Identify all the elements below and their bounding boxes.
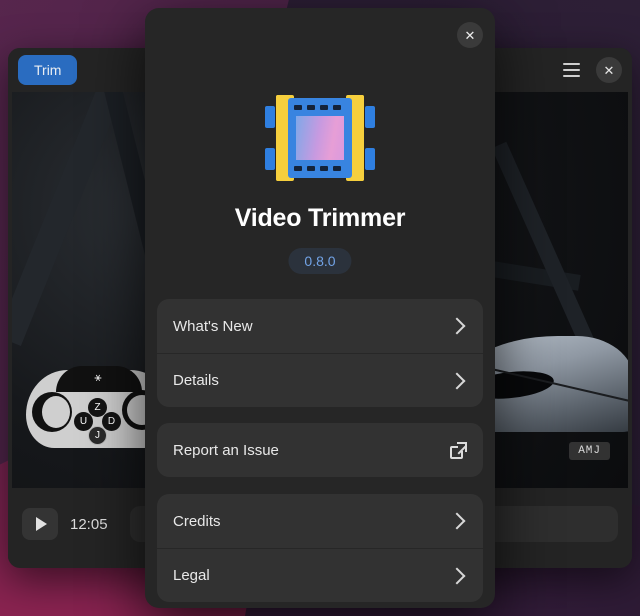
about-group-report: Report an Issue bbox=[157, 423, 483, 477]
icon-handle bbox=[365, 148, 375, 170]
external-link-icon bbox=[450, 441, 467, 459]
about-row-label: Report an Issue bbox=[173, 441, 279, 459]
dialog-close-button[interactable]: ✕ bbox=[457, 22, 483, 48]
about-group-info: What's New Details bbox=[157, 299, 483, 407]
chevron-right-icon bbox=[448, 317, 466, 335]
chevron-right-icon bbox=[448, 372, 466, 389]
about-row-legal[interactable]: Legal bbox=[157, 548, 483, 602]
trim-button[interactable]: Trim bbox=[18, 55, 78, 85]
controller-logo-icon: ⚹ bbox=[94, 370, 102, 384]
about-row-label: Legal bbox=[173, 567, 210, 584]
hamburger-menu-icon[interactable] bbox=[556, 55, 586, 85]
controller-button-j: J bbox=[88, 426, 107, 445]
icon-handle bbox=[265, 148, 275, 170]
video-trimmer-app-icon bbox=[264, 86, 376, 190]
play-icon[interactable] bbox=[22, 508, 58, 540]
about-row-credits[interactable]: Credits bbox=[157, 494, 483, 548]
about-row-label: Details bbox=[173, 372, 219, 389]
chevron-right-icon bbox=[448, 567, 466, 584]
playback-time-label: 12:05 bbox=[70, 515, 108, 533]
app-title: Video Trimmer bbox=[234, 204, 406, 232]
video-watermark: AMJ bbox=[569, 442, 610, 460]
about-row-label: What's New bbox=[173, 317, 253, 335]
controller-left-stick bbox=[32, 392, 72, 432]
about-dialog: ✕ Video Trimmer 0.8.0 What's New Details bbox=[145, 8, 495, 608]
controller-button-d: D bbox=[102, 412, 121, 431]
headerbar-controls: ✕ bbox=[556, 48, 622, 92]
about-group-credits-legal: Credits Legal bbox=[157, 494, 483, 602]
icon-film-strip bbox=[288, 98, 352, 178]
window-close-button[interactable]: ✕ bbox=[596, 57, 622, 83]
version-badge[interactable]: 0.8.0 bbox=[288, 248, 352, 274]
chevron-right-icon bbox=[448, 512, 466, 530]
about-row-details[interactable]: Details bbox=[157, 353, 483, 407]
icon-film-image bbox=[296, 116, 344, 160]
icon-handle bbox=[265, 106, 275, 128]
about-row-report-an-issue[interactable]: Report an Issue bbox=[157, 423, 483, 477]
about-row-whats-new[interactable]: What's New bbox=[157, 299, 483, 353]
about-row-label: Credits bbox=[173, 512, 221, 530]
icon-handle bbox=[365, 106, 375, 128]
